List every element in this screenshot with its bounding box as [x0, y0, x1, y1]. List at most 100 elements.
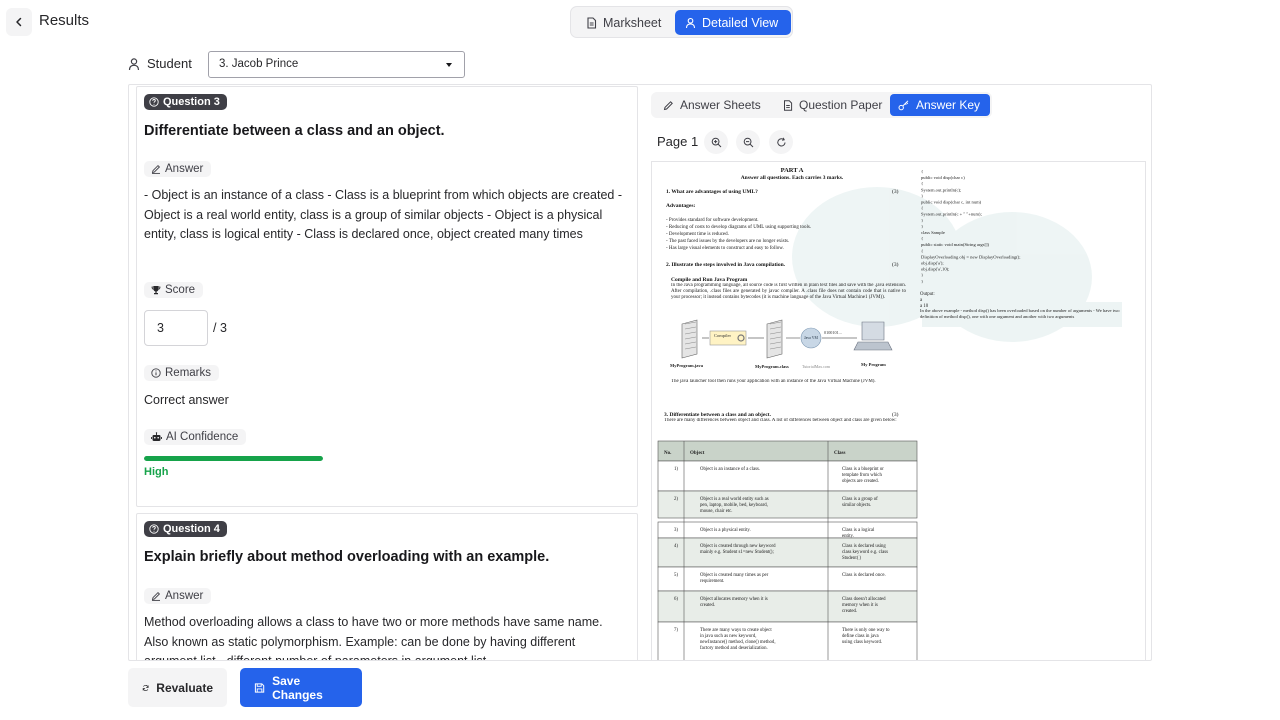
- table-cell-no: 1): [674, 467, 678, 472]
- score-max: / 3: [213, 321, 227, 335]
- save-changes-button[interactable]: Save Changes: [240, 668, 362, 707]
- table-cell-class: define class in java: [842, 634, 879, 639]
- code-line: {: [921, 248, 923, 253]
- student-label: Student: [147, 56, 192, 71]
- code-line: {: [921, 206, 923, 211]
- user-icon: [128, 58, 140, 71]
- user-icon: [685, 17, 696, 28]
- code-line: {: [921, 236, 923, 241]
- view-toggle: Marksheet Detailed View: [570, 6, 793, 38]
- document-viewer[interactable]: PART A Answer all questions. Each carrie…: [651, 161, 1146, 660]
- zoom-out-icon: [743, 137, 753, 147]
- save-changes-label: Save Changes: [272, 673, 323, 702]
- question-title: Differentiate between a class and an obj…: [144, 123, 445, 139]
- score-chip-label: Score: [165, 284, 196, 296]
- document-icon: [587, 16, 597, 29]
- table-cell-class: created.: [842, 609, 857, 614]
- code-line: }: [921, 273, 923, 278]
- table-cell-no: 6): [674, 597, 678, 602]
- pencil-icon: [151, 591, 161, 601]
- table-cell-class: Student{}: [842, 556, 861, 561]
- compiler-label: Compiler: [714, 333, 731, 338]
- answer-chip: Answer: [144, 161, 212, 177]
- table-cell-class: template from which: [842, 473, 883, 478]
- page-title: Results: [39, 12, 90, 29]
- question-card: Question 4 Explain briefly about method …: [136, 513, 638, 660]
- pencil-icon: [663, 100, 673, 110]
- code-line: class Sample: [921, 230, 945, 235]
- back-button[interactable]: [6, 8, 32, 36]
- tab-answer-key[interactable]: Answer Key: [890, 94, 990, 116]
- ai-confidence-label: AI Confidence: [166, 431, 239, 443]
- help-circle-icon: [149, 524, 159, 534]
- table-cell-object: requirement.: [700, 579, 724, 584]
- table-cell-object: in java such as new keyword,: [700, 634, 756, 639]
- table-row: [657, 521, 918, 539]
- answer-text: - Object is an instance of a class - Cla…: [144, 188, 622, 241]
- code-line: public void disp(char c): [921, 175, 965, 180]
- pencil-icon: [151, 164, 161, 174]
- code-line: {: [921, 181, 923, 186]
- code-line: }: [921, 279, 923, 284]
- table-cell-class: class keyword e.g. class: [842, 550, 888, 555]
- doc-advantage: - The past faced issues by the developer…: [666, 239, 789, 244]
- detailed-view-button[interactable]: Detailed View: [675, 10, 791, 35]
- evaluation-panel: Question 3 Differentiate between a class…: [128, 84, 1152, 661]
- table-cell-class: Class doesn't allocated: [842, 597, 886, 602]
- tab-answer-key-label: Answer Key: [916, 98, 981, 112]
- table-cell-class: using class keyword.: [842, 640, 882, 645]
- marksheet-view-button[interactable]: Marksheet: [576, 10, 674, 35]
- java-vm-label: Java VM: [804, 336, 818, 340]
- question-badge-label: Question 4: [163, 523, 220, 535]
- question-badge: Question 4: [144, 521, 227, 537]
- doc-advantage: - Provides standard for software develop…: [666, 218, 758, 223]
- tab-question-paper[interactable]: Question Paper: [775, 94, 890, 116]
- tab-answer-sheets[interactable]: Answer Sheets: [655, 94, 769, 116]
- revaluate-button[interactable]: Revaluate: [128, 668, 227, 707]
- tutorial-credit: TutorialMax.com: [802, 364, 831, 369]
- code-line: public static void main(String args[]): [921, 242, 990, 247]
- doc-q3-marks: (3): [892, 411, 899, 418]
- marksheet-label: Marksheet: [603, 15, 662, 30]
- doc-launcher-text: The java launcher tool then runs your ap…: [671, 379, 876, 384]
- answer-chip-label: Answer: [165, 590, 204, 602]
- table-cell-class: Class is declared using: [842, 544, 886, 549]
- ai-confidence-chip: AI Confidence: [144, 429, 247, 445]
- doc-advantage: - Reducing of costs to develop diagrams …: [666, 225, 811, 230]
- table-cell-object: Object is an instance of a class.: [700, 467, 760, 472]
- confidence-bar: [144, 456, 323, 461]
- table-cell-class: Class is a group of: [842, 497, 878, 502]
- table-header-cell: Object: [690, 451, 705, 456]
- overload-note: In the above example - method disp() has…: [920, 308, 1120, 319]
- code-line: }: [921, 224, 923, 229]
- table-cell-object: pen, laptop, mobile, bed, keyboard,: [700, 503, 768, 508]
- reset-zoom-button[interactable]: [769, 130, 793, 154]
- table-cell-class: Class is a logical: [842, 528, 875, 533]
- table-cell-class: objects are created.: [842, 479, 879, 484]
- zoom-out-button[interactable]: [736, 130, 760, 154]
- table-cell-object: newInstance() method, clone() method,: [700, 640, 776, 645]
- code-line: {: [921, 169, 923, 174]
- questions-list[interactable]: Question 3 Differentiate between a class…: [136, 85, 638, 660]
- table-cell-no: 7): [674, 628, 678, 633]
- zoom-in-button[interactable]: [704, 130, 728, 154]
- answer-chip-label: Answer: [165, 163, 204, 175]
- table-cell-object: There are many ways to create object: [700, 628, 772, 633]
- trophy-icon: [151, 286, 161, 295]
- tab-answer-sheets-label: Answer Sheets: [680, 98, 761, 112]
- table-cell-class: memory when it is: [842, 603, 878, 608]
- code-line: System.out.println(c + " "+num);: [921, 212, 982, 217]
- score-input[interactable]: 3: [144, 310, 208, 346]
- doc-advantage: - Development time is reduced.: [666, 232, 729, 237]
- doc-q2-marks: (3): [892, 261, 899, 268]
- source-file-label: MyProgram.java: [670, 363, 704, 368]
- code-line: DisplayOverloading obj = new DisplayOver…: [921, 254, 1021, 259]
- table-cell-no: 3): [674, 528, 678, 533]
- table-cell-no: 4): [674, 544, 678, 549]
- question-badge-label: Question 3: [163, 96, 220, 108]
- table-cell-object: Object is a physical entity.: [700, 528, 751, 533]
- remarks-chip-label: Remarks: [165, 367, 212, 379]
- student-select[interactable]: 3. Jacob Prince: [208, 51, 465, 78]
- table-cell-class: similar objects.: [842, 503, 871, 508]
- code-line: }: [921, 193, 923, 198]
